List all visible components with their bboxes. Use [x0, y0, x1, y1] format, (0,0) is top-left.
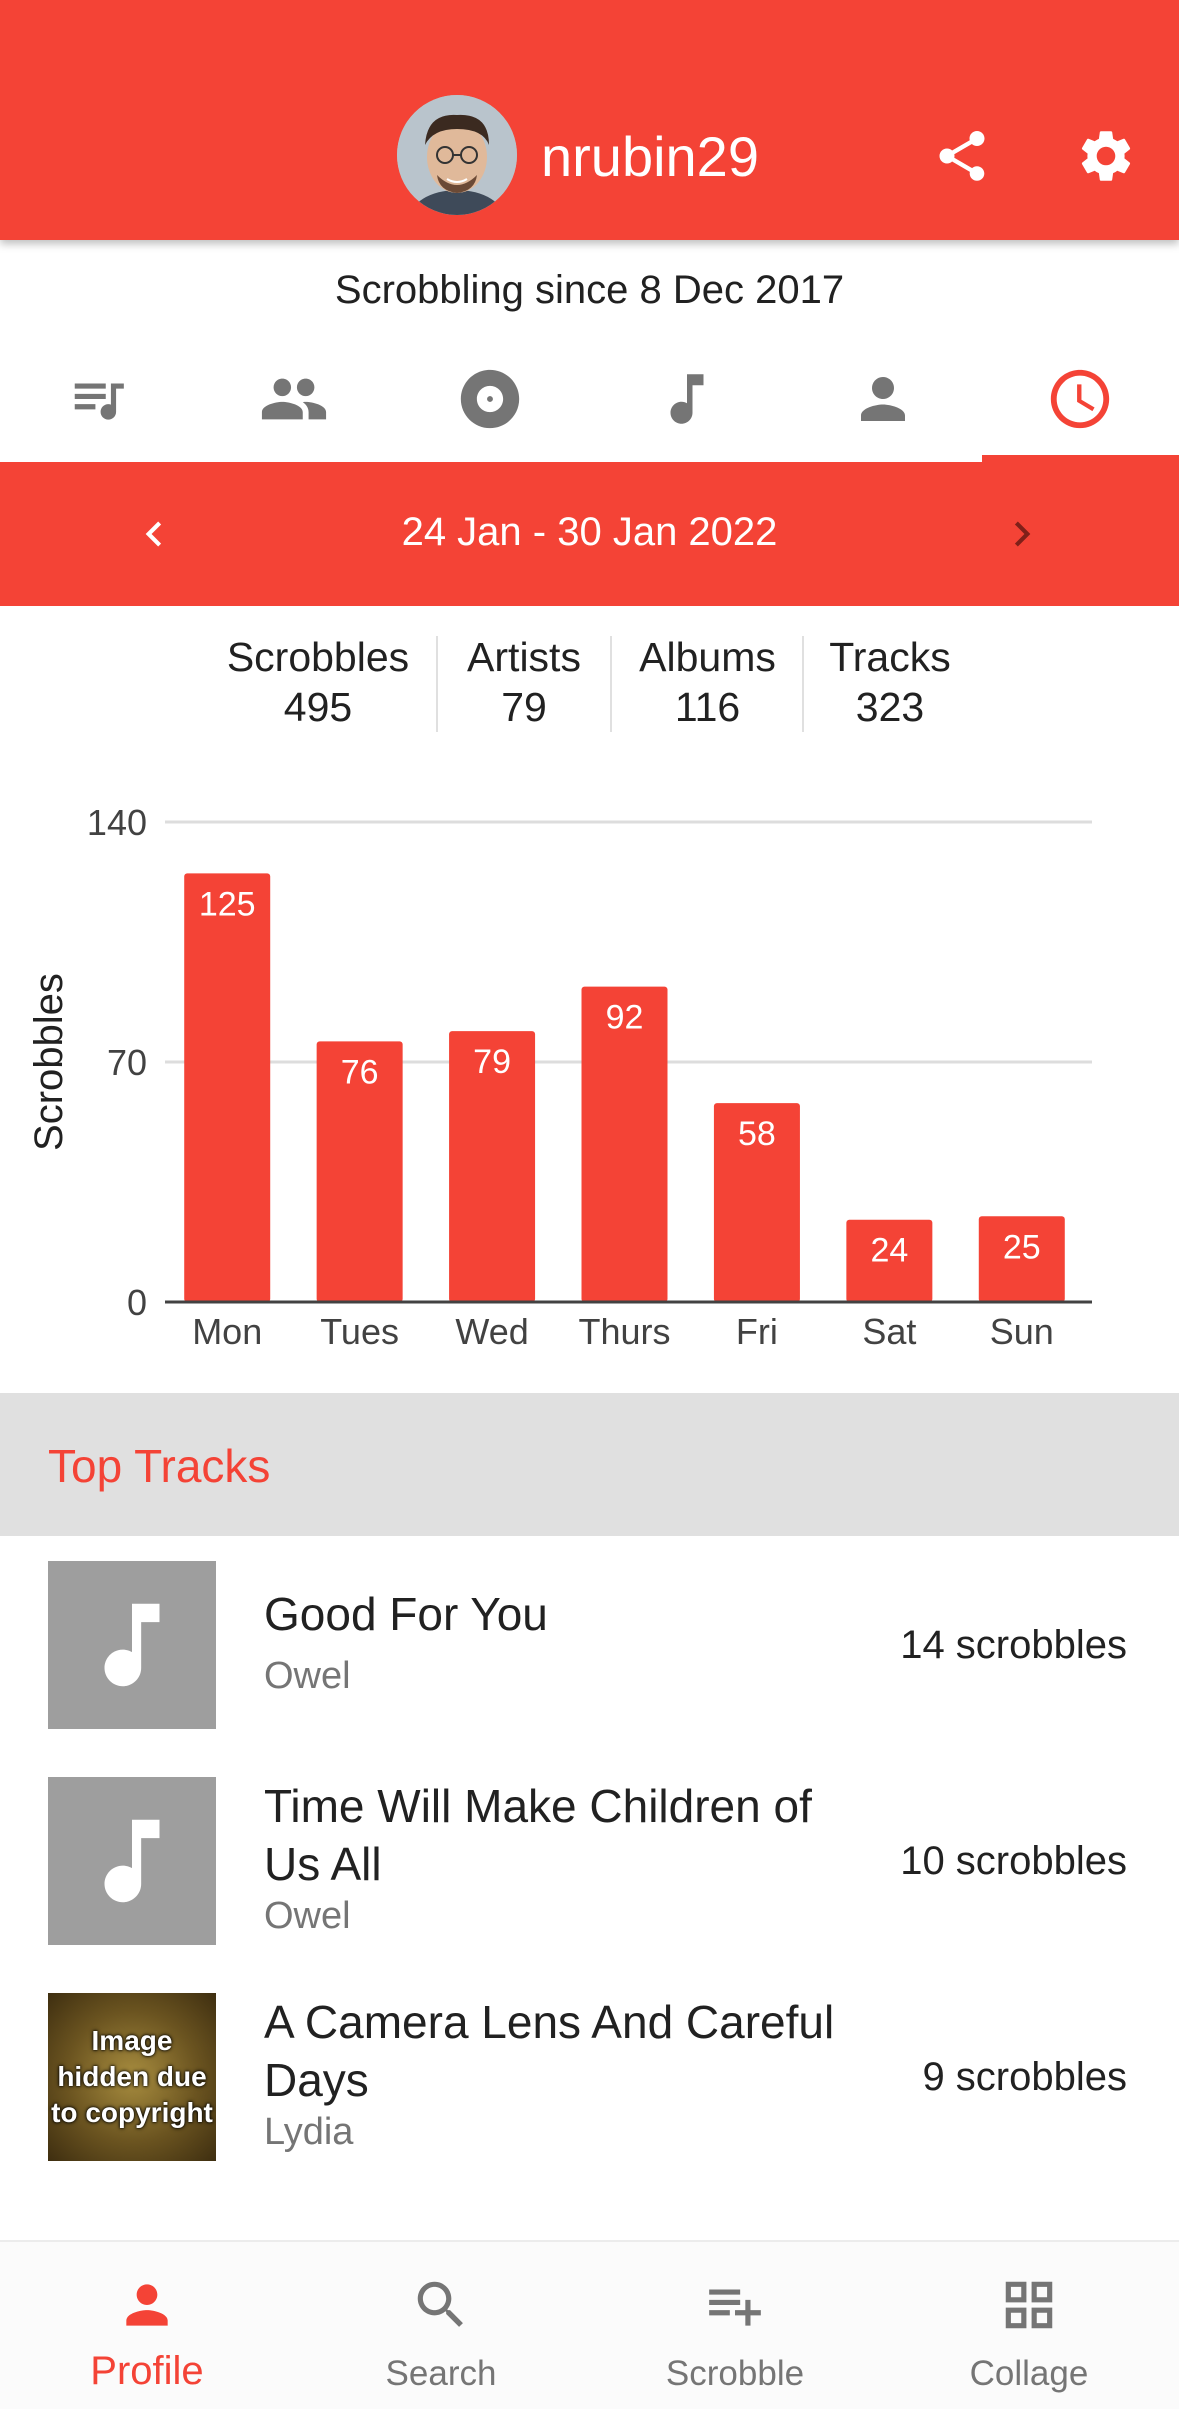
track-artist: Owel [264, 1655, 351, 1697]
divider [802, 636, 804, 732]
y-tick-label: 70 [107, 1042, 147, 1083]
bar-value-label: 76 [341, 1053, 379, 1091]
track-title: Time Will Make Children of Us All [264, 1780, 812, 1890]
bar-value-label: 79 [473, 1043, 511, 1081]
queue-music-icon [74, 383, 124, 420]
stat-label: Scrobbles [226, 634, 410, 680]
x-tick-label: Sun [990, 1311, 1054, 1352]
tab-history[interactable] [982, 336, 1178, 462]
person-icon [861, 377, 905, 421]
tab-friends[interactable] [196, 336, 392, 462]
search-icon [417, 2281, 463, 2327]
stat-value: 323 [855, 684, 925, 730]
y-tick-label: 0 [127, 1282, 147, 1323]
stat-artists: Artists 79 [444, 632, 604, 732]
list-item[interactable]: Image hidden due to copyright A Camera L… [0, 1993, 1179, 2193]
divider [436, 636, 438, 732]
profile-tabs [0, 336, 1179, 462]
bar-value-label: 92 [606, 999, 644, 1037]
stat-tracks: Tracks 323 [810, 632, 970, 732]
stat-value: 495 [283, 684, 353, 730]
bar-chart: 0 70 140 Scrobbles 125 Mon 76 Tues 79 Wed 92 Thurs 5… [27, 802, 1092, 1352]
share-icon[interactable] [924, 118, 1000, 194]
bottom-navigation: Profile Search Scrobble Collage [0, 2240, 1179, 2409]
bar-value-label: 24 [870, 1232, 908, 1270]
scrobbling-since: Scrobbling since 8 Dec 2017 [334, 268, 845, 312]
tab-artists[interactable] [785, 336, 981, 462]
tab-albums[interactable] [392, 336, 588, 462]
track-title: Good For You [264, 1588, 548, 1640]
top-tracks-header: Top Tracks [0, 1393, 1179, 1536]
divider [610, 636, 612, 732]
person-icon [126, 2284, 168, 2326]
nav-label: Profile [90, 2349, 204, 2393]
next-week-button[interactable] [992, 504, 1052, 564]
gear-icon[interactable] [1068, 118, 1144, 194]
x-tick-label: Thurs [578, 1311, 670, 1352]
playlist-add-icon [709, 2289, 761, 2326]
grid-icon [1005, 2281, 1053, 2329]
nav-label: Scrobble [665, 2354, 805, 2393]
stat-value: 116 [674, 684, 741, 730]
nav-label: Collage [969, 2354, 1089, 2393]
tab-tracks[interactable] [589, 336, 785, 462]
username: nrubin29 [541, 125, 759, 188]
x-tick-label: Wed [455, 1311, 528, 1352]
list-item[interactable]: Time Will Make Children of Us All Owel 1… [0, 1777, 1179, 1977]
people-icon [261, 378, 327, 420]
avatar[interactable] [397, 95, 517, 215]
album-art: Image hidden due to copyright [48, 1993, 216, 2161]
list-item[interactable]: Good For You Owel 14 scrobbles [0, 1561, 1179, 1761]
y-tick-label: 140 [87, 802, 147, 843]
avatar-image [397, 95, 517, 215]
album-art-placeholder [48, 1777, 216, 1945]
scrobbles-chart: 0 70 140 Scrobbles 125 Mon 76 Tues 79 Wed 92 Thurs 5… [0, 780, 1179, 1360]
music-note-icon [104, 1819, 160, 1903]
scrobble-count: 14 scrobbles [900, 1623, 1127, 1667]
track-artist: Owel [264, 1895, 351, 1937]
music-note-icon [670, 374, 704, 424]
scrobble-count: 9 scrobbles [922, 2055, 1127, 2099]
bar-value-label: 25 [1003, 1228, 1041, 1266]
y-axis-label: Scrobbles [27, 973, 71, 1151]
x-tick-label: Fri [736, 1311, 778, 1352]
bar [184, 873, 271, 1302]
x-tick-label: Sat [862, 1311, 916, 1352]
stat-label: Artists [467, 634, 581, 680]
album-icon [460, 369, 520, 429]
x-tick-label: Tues [320, 1311, 399, 1352]
nav-collage[interactable]: Collage [882, 2242, 1176, 2409]
bar-value-label: 125 [199, 885, 256, 923]
week-selector: 24 Jan - 30 Jan 2022 [0, 462, 1179, 606]
stat-value: 79 [501, 684, 547, 730]
nav-search[interactable]: Search [294, 2242, 588, 2409]
nav-scrobble[interactable]: Scrobble [588, 2242, 882, 2409]
app-bar: nrubin29 [0, 0, 1179, 240]
clock-icon [1050, 369, 1110, 429]
stat-albums: Albums 116 [620, 632, 795, 732]
active-tab-indicator [982, 455, 1179, 462]
period-stats: Scrobbles 495 Artists 79 Albums 116 Trac… [0, 632, 1179, 732]
section-title: Top Tracks [48, 1440, 271, 1492]
nav-label: Search [385, 2354, 497, 2393]
tab-recent-tracks[interactable] [0, 336, 196, 462]
x-tick-label: Mon [192, 1311, 262, 1352]
chevron-right-icon [1014, 521, 1031, 547]
bar-value-label: 58 [738, 1115, 776, 1153]
profile-screen: nrubin29 Scrobbling since 8 Dec 2017 24 … [0, 0, 1179, 2409]
stat-scrobbles: Scrobbles 495 [218, 632, 418, 732]
stat-label: Albums [639, 634, 776, 680]
music-note-icon [104, 1603, 160, 1687]
scrobble-count: 10 scrobbles [900, 1839, 1127, 1883]
nav-profile[interactable]: Profile [0, 2242, 294, 2409]
stat-label: Tracks [829, 634, 951, 680]
track-artist: Lydia [264, 2111, 354, 2153]
track-title: A Camera Lens And Careful Days [264, 1996, 835, 2106]
copyright-notice: Image hidden due to copyright [51, 2025, 213, 2128]
album-art-placeholder [48, 1561, 216, 1729]
